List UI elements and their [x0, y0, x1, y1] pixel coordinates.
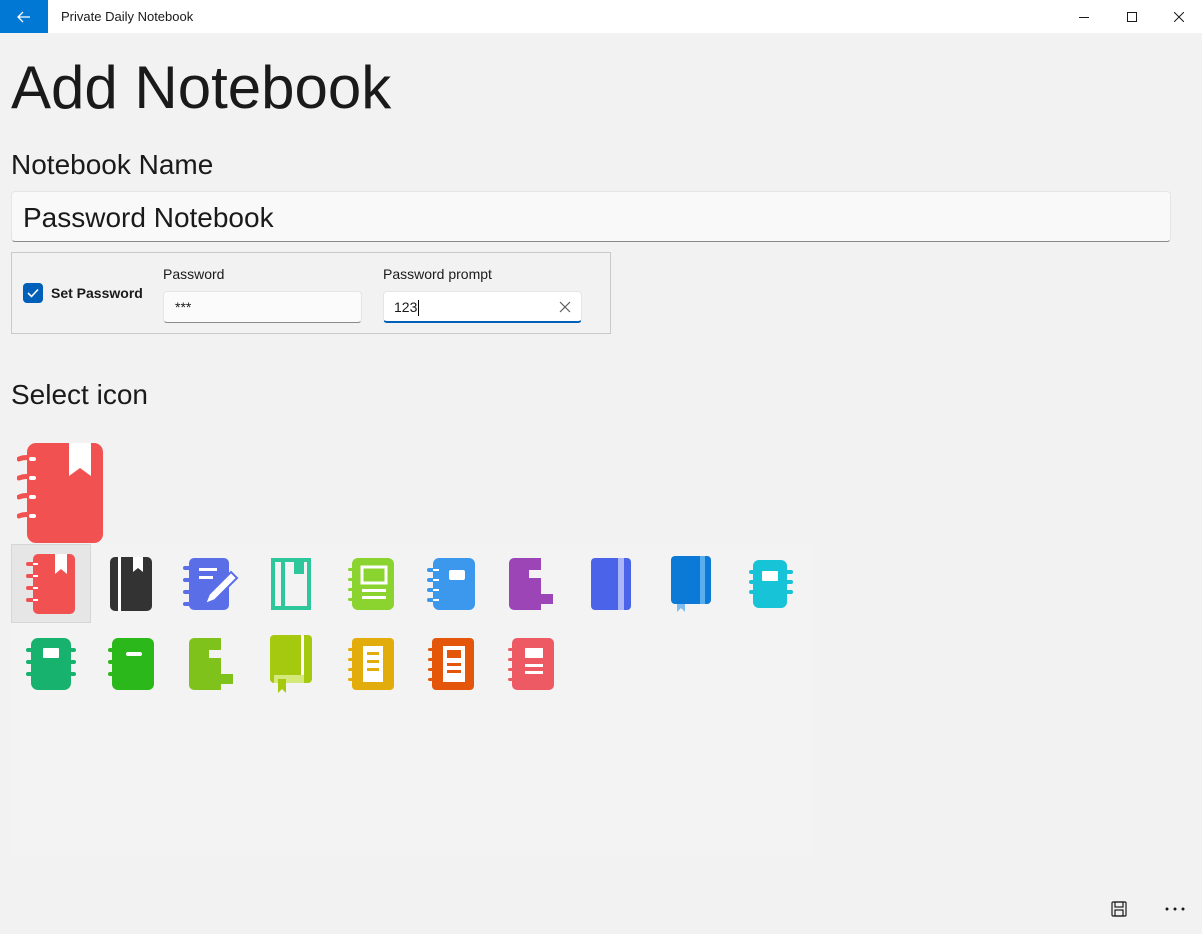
password-label: Password [163, 266, 225, 282]
notebook-name-input[interactable]: Password Notebook [11, 191, 1171, 242]
password-field[interactable]: *** [163, 291, 362, 323]
select-icon-label: Select icon [11, 379, 148, 410]
title-bar: Private Daily Notebook [0, 0, 1202, 33]
icon-option-olive-journal[interactable] [251, 624, 331, 703]
clear-icon[interactable] [557, 299, 573, 315]
icon-option-bright-green[interactable] [91, 624, 171, 703]
maximize-button[interactable] [1109, 0, 1155, 33]
text-caret [418, 300, 420, 317]
save-button[interactable] [1105, 897, 1133, 921]
green-notebook-icon [26, 637, 76, 690]
minimize-icon [1079, 16, 1089, 18]
orange-notebook-icon [428, 637, 474, 690]
sky-blue-notebook-icon [427, 557, 475, 610]
icon-option-amber[interactable] [331, 624, 411, 703]
icon-option-sky-blue[interactable] [411, 544, 491, 623]
icon-option-lime-green[interactable] [171, 624, 251, 703]
coral-notebook-icon [508, 637, 554, 690]
set-password-checkbox[interactable] [23, 283, 43, 303]
icon-option-orange[interactable] [411, 624, 491, 703]
icon-option-blue-journal[interactable] [651, 544, 731, 623]
selected-notebook-preview-icon [17, 443, 103, 543]
icon-option-lime[interactable] [331, 544, 411, 623]
lime-notebook-icon [348, 557, 394, 610]
lime-green-notebook-icon [189, 637, 233, 690]
red-notebook-icon [26, 553, 75, 614]
more-button[interactable] [1161, 897, 1189, 921]
back-arrow-icon [17, 11, 30, 22]
bright-green-notebook-icon [108, 637, 154, 690]
set-password-label[interactable]: Set Password [51, 285, 143, 301]
icon-option-purple[interactable] [491, 544, 571, 623]
icon-option-black[interactable] [91, 544, 171, 623]
checkmark-icon [27, 288, 39, 298]
more-icon [1165, 907, 1185, 911]
indigo-notebook-icon [591, 557, 631, 610]
icon-option-teal-outline[interactable] [251, 544, 331, 623]
olive-journal-icon [270, 634, 312, 693]
close-button[interactable] [1156, 0, 1202, 33]
icon-option-coral[interactable] [491, 624, 571, 703]
cyan-notebook-icon [749, 559, 793, 608]
icon-option-blue-pencil[interactable] [171, 544, 251, 623]
icon-option-green[interactable] [11, 624, 91, 703]
purple-notebook-icon [509, 557, 553, 610]
teal-notebook-icon [271, 557, 311, 610]
icon-option-red-bookmark[interactable] [11, 544, 91, 623]
password-panel: Set Password Password *** Password promp… [11, 252, 611, 334]
black-notebook-icon [110, 556, 152, 611]
notebook-name-label: Notebook Name [11, 149, 214, 180]
maximize-icon [1127, 11, 1137, 22]
password-prompt-value: 123 [394, 299, 418, 315]
icon-option-cyan[interactable] [731, 544, 811, 623]
password-prompt-label: Password prompt [383, 266, 492, 282]
icon-grid [11, 544, 811, 856]
pencil-notebook-icon [183, 557, 239, 610]
minimize-button[interactable] [1061, 0, 1107, 33]
close-icon [1174, 11, 1184, 22]
back-button[interactable] [0, 0, 48, 33]
amber-notebook-icon [348, 637, 394, 690]
blue-journal-icon [671, 555, 711, 612]
password-prompt-field[interactable]: 123 [383, 291, 582, 323]
app-title: Private Daily Notebook [61, 9, 194, 24]
save-icon [1111, 901, 1127, 917]
page-title: Add Notebook [11, 54, 392, 121]
icon-option-indigo[interactable] [571, 544, 651, 623]
